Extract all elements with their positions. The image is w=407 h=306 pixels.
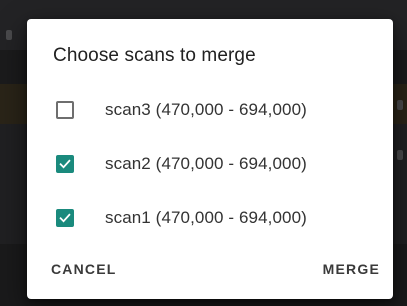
checkmark-icon [59, 213, 71, 223]
background-icon [397, 150, 403, 160]
scan-option-scan3[interactable]: scan3 (470,000 - 694,000) [27, 83, 393, 137]
scan-label: scan2 (470,000 - 694,000) [105, 154, 307, 173]
checkbox-checked[interactable] [56, 209, 74, 227]
scan-option-scan1[interactable]: scan1 (470,000 - 694,000) [27, 191, 393, 245]
checkbox-checked[interactable] [56, 155, 74, 173]
merge-scans-dialog: Choose scans to merge scan3 (470,000 - 6… [27, 19, 393, 299]
cancel-button[interactable]: CANCEL [51, 257, 117, 281]
scan-label: scan1 (470,000 - 694,000) [105, 208, 307, 227]
checkmark-icon [59, 159, 71, 169]
scan-list: scan3 (470,000 - 694,000) scan2 (470,000… [27, 83, 393, 245]
scan-option-scan2[interactable]: scan2 (470,000 - 694,000) [27, 137, 393, 191]
checkbox-unchecked[interactable] [56, 101, 74, 119]
dialog-actions: CANCEL MERGE [27, 257, 393, 281]
merge-button[interactable]: MERGE [323, 257, 380, 281]
background-icon [6, 30, 12, 40]
dialog-title: Choose scans to merge [53, 45, 256, 66]
scan-label: scan3 (470,000 - 694,000) [105, 100, 307, 119]
background-icon [397, 100, 403, 110]
